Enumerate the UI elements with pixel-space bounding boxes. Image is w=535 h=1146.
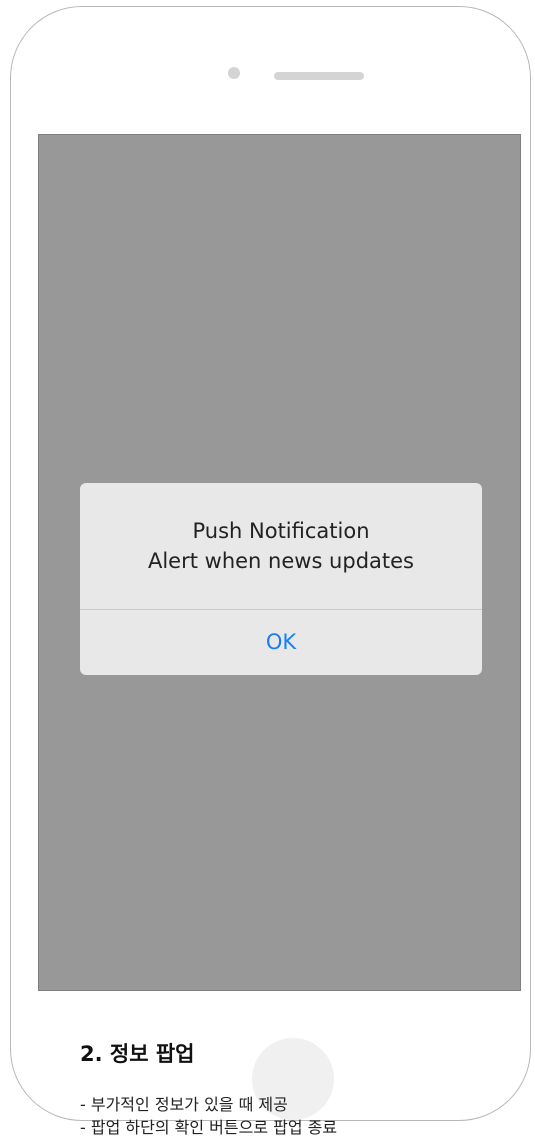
description-list: - 부가적인 정보가 있을 때 제공 - 팝업 하단의 확인 버튼으로 팝업 종… <box>80 1093 337 1139</box>
dialog-message: Alert when news updates <box>147 549 414 573</box>
camera-icon <box>228 67 240 79</box>
dialog-title: Push Notification <box>192 519 370 543</box>
dialog-body: Push Notification Alert when news update… <box>80 483 482 609</box>
alert-dialog: Push Notification Alert when news update… <box>80 483 482 675</box>
ok-button[interactable]: OK <box>80 610 482 675</box>
section-title: 2. 정보 팝업 <box>80 1042 195 1066</box>
description-item: - 부가적인 정보가 있을 때 제공 <box>80 1095 288 1114</box>
description-item: - 팝업 하단의 확인 버튼으로 팝업 종료 <box>80 1118 338 1137</box>
speaker-icon <box>274 72 364 80</box>
